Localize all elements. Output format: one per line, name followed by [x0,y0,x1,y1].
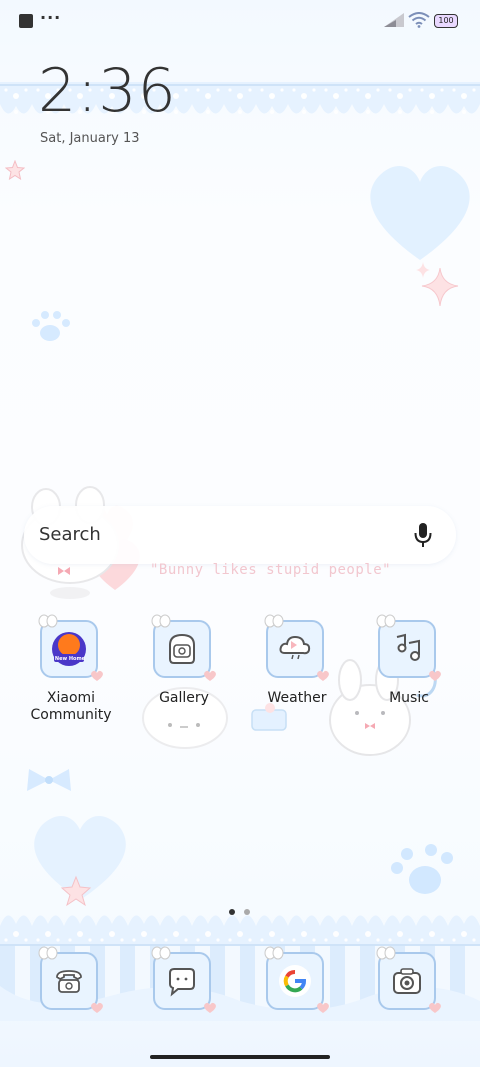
cellular-signal-icon [384,13,404,27]
heart-decoration-bottom [34,815,126,900]
paw-decoration [32,311,70,341]
page-indicator-dot-active[interactable] [229,909,235,915]
more-notifications-indicator: ··· [40,8,62,27]
notification-app-icon [19,14,33,28]
messages-icon [151,946,216,1013]
search-bar[interactable]: Search [24,506,456,564]
wifi-icon [408,12,430,28]
page-indicator-dot[interactable] [244,909,250,915]
clock-time[interactable]: 2:36 [38,56,177,126]
paw-decoration-bottom [391,844,453,894]
status-bar: ··· 100 [0,0,480,42]
new-home-badge: New Home [54,656,86,662]
music-icon [376,614,441,681]
xiaomi-community-icon: New Home [38,614,103,681]
weather-icon [264,614,329,681]
search-label: Search [39,524,101,545]
home-gesture-bar[interactable] [150,1055,330,1059]
bow-decoration [27,769,71,791]
sparkle-decoration [416,262,459,307]
microphone-icon[interactable] [414,522,432,548]
wallpaper-caption: "Bunny likes stupid people" [150,562,392,578]
star-decoration-bottom [60,875,92,907]
phone-icon [38,946,103,1013]
google-icon [264,946,329,1013]
battery-indicator: 100 [434,14,458,28]
app-label: Xiaomi Community [30,690,112,723]
app-label: Weather [267,690,327,706]
gallery-icon [151,614,216,681]
app-label: Music [389,690,429,706]
clock-date[interactable]: Sat, January 13 [40,131,140,146]
lace-border-bottom [0,898,480,948]
app-label: Gallery [159,690,209,706]
camera-icon [376,946,441,1013]
heart-decoration [370,166,470,260]
star-decoration [5,160,25,180]
